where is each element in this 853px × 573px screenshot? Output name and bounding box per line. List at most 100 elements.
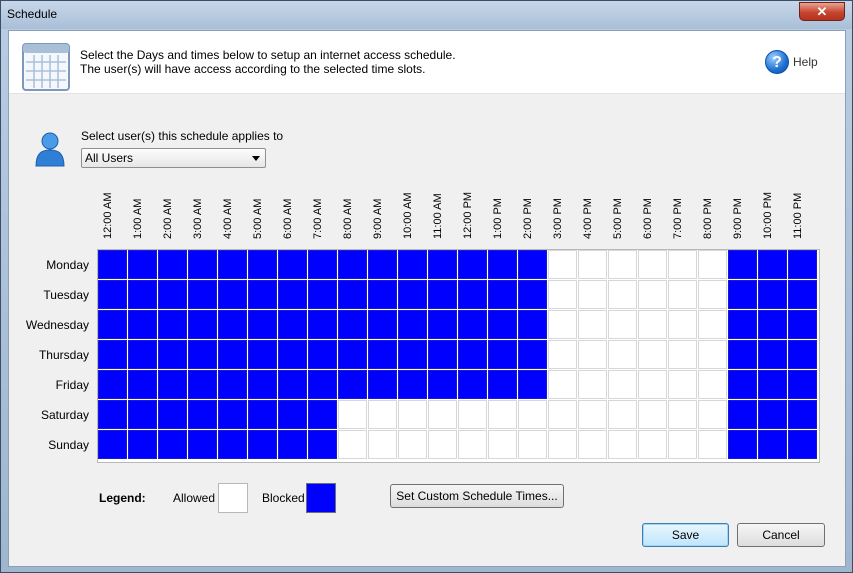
schedule-cell-blocked[interactable] — [728, 340, 757, 369]
schedule-cell-allowed[interactable] — [698, 340, 727, 369]
schedule-cell-blocked[interactable] — [788, 430, 817, 459]
schedule-cell-allowed[interactable] — [608, 280, 637, 309]
schedule-cell-allowed[interactable] — [578, 250, 607, 279]
schedule-cell-allowed[interactable] — [698, 430, 727, 459]
help-label[interactable]: Help — [793, 55, 818, 69]
schedule-cell-allowed[interactable] — [578, 430, 607, 459]
schedule-cell-blocked[interactable] — [758, 430, 787, 459]
schedule-cell-allowed[interactable] — [578, 280, 607, 309]
schedule-cell-blocked[interactable] — [758, 310, 787, 339]
schedule-cell-allowed[interactable] — [608, 250, 637, 279]
schedule-cell-blocked[interactable] — [248, 370, 277, 399]
schedule-cell-allowed[interactable] — [698, 250, 727, 279]
schedule-cell-blocked[interactable] — [188, 280, 217, 309]
schedule-cell-allowed[interactable] — [548, 280, 577, 309]
schedule-cell-blocked[interactable] — [428, 340, 457, 369]
schedule-cell-blocked[interactable] — [188, 400, 217, 429]
schedule-cell-blocked[interactable] — [398, 310, 427, 339]
close-button[interactable]: ✕ — [799, 2, 845, 21]
schedule-cell-blocked[interactable] — [488, 370, 517, 399]
schedule-cell-allowed[interactable] — [608, 310, 637, 339]
schedule-cell-blocked[interactable] — [788, 310, 817, 339]
schedule-cell-blocked[interactable] — [518, 310, 547, 339]
schedule-cell-blocked[interactable] — [98, 280, 127, 309]
schedule-cell-blocked[interactable] — [98, 340, 127, 369]
schedule-cell-blocked[interactable] — [458, 250, 487, 279]
schedule-cell-blocked[interactable] — [308, 310, 337, 339]
schedule-cell-blocked[interactable] — [308, 400, 337, 429]
schedule-cell-blocked[interactable] — [308, 430, 337, 459]
schedule-cell-allowed[interactable] — [368, 400, 397, 429]
schedule-cell-blocked[interactable] — [98, 310, 127, 339]
schedule-cell-blocked[interactable] — [98, 370, 127, 399]
schedule-cell-allowed[interactable] — [668, 250, 697, 279]
schedule-cell-blocked[interactable] — [398, 370, 427, 399]
schedule-cell-allowed[interactable] — [668, 340, 697, 369]
schedule-cell-blocked[interactable] — [428, 310, 457, 339]
schedule-cell-blocked[interactable] — [188, 250, 217, 279]
schedule-cell-blocked[interactable] — [428, 280, 457, 309]
schedule-cell-allowed[interactable] — [338, 400, 367, 429]
schedule-cell-blocked[interactable] — [398, 340, 427, 369]
schedule-cell-blocked[interactable] — [278, 430, 307, 459]
schedule-cell-allowed[interactable] — [458, 400, 487, 429]
schedule-cell-blocked[interactable] — [338, 310, 367, 339]
schedule-cell-blocked[interactable] — [128, 340, 157, 369]
schedule-cell-allowed[interactable] — [668, 430, 697, 459]
schedule-cell-blocked[interactable] — [128, 280, 157, 309]
schedule-cell-blocked[interactable] — [248, 430, 277, 459]
schedule-cell-blocked[interactable] — [338, 250, 367, 279]
schedule-cell-allowed[interactable] — [578, 340, 607, 369]
schedule-cell-blocked[interactable] — [458, 310, 487, 339]
schedule-cell-blocked[interactable] — [158, 250, 187, 279]
schedule-cell-blocked[interactable] — [758, 400, 787, 429]
schedule-cell-blocked[interactable] — [488, 340, 517, 369]
schedule-cell-blocked[interactable] — [278, 340, 307, 369]
schedule-cell-blocked[interactable] — [188, 340, 217, 369]
schedule-cell-blocked[interactable] — [518, 280, 547, 309]
schedule-cell-blocked[interactable] — [308, 250, 337, 279]
schedule-cell-allowed[interactable] — [578, 370, 607, 399]
schedule-cell-allowed[interactable] — [668, 280, 697, 309]
schedule-cell-blocked[interactable] — [458, 370, 487, 399]
help-icon[interactable]: ? — [765, 50, 789, 74]
schedule-cell-blocked[interactable] — [128, 370, 157, 399]
schedule-cell-allowed[interactable] — [638, 400, 667, 429]
schedule-cell-blocked[interactable] — [518, 340, 547, 369]
schedule-cell-blocked[interactable] — [248, 280, 277, 309]
schedule-cell-blocked[interactable] — [428, 250, 457, 279]
schedule-cell-blocked[interactable] — [218, 310, 247, 339]
schedule-cell-allowed[interactable] — [578, 310, 607, 339]
schedule-cell-allowed[interactable] — [698, 280, 727, 309]
schedule-cell-blocked[interactable] — [488, 310, 517, 339]
schedule-cell-allowed[interactable] — [638, 280, 667, 309]
schedule-cell-blocked[interactable] — [248, 250, 277, 279]
schedule-cell-blocked[interactable] — [338, 340, 367, 369]
schedule-cell-blocked[interactable] — [368, 340, 397, 369]
schedule-cell-allowed[interactable] — [458, 430, 487, 459]
schedule-cell-blocked[interactable] — [278, 370, 307, 399]
schedule-cell-blocked[interactable] — [308, 280, 337, 309]
schedule-cell-allowed[interactable] — [548, 250, 577, 279]
schedule-cell-blocked[interactable] — [758, 250, 787, 279]
schedule-cell-allowed[interactable] — [398, 400, 427, 429]
schedule-cell-blocked[interactable] — [368, 280, 397, 309]
schedule-cell-blocked[interactable] — [218, 280, 247, 309]
schedule-cell-blocked[interactable] — [788, 400, 817, 429]
schedule-cell-allowed[interactable] — [548, 430, 577, 459]
schedule-cell-blocked[interactable] — [278, 280, 307, 309]
schedule-cell-allowed[interactable] — [698, 370, 727, 399]
schedule-cell-allowed[interactable] — [488, 400, 517, 429]
schedule-cell-blocked[interactable] — [278, 310, 307, 339]
schedule-cell-blocked[interactable] — [188, 370, 217, 399]
schedule-cell-blocked[interactable] — [308, 370, 337, 399]
schedule-cell-allowed[interactable] — [638, 340, 667, 369]
schedule-cell-blocked[interactable] — [218, 430, 247, 459]
cancel-button[interactable]: Cancel — [737, 523, 825, 547]
schedule-cell-blocked[interactable] — [458, 280, 487, 309]
schedule-cell-allowed[interactable] — [428, 400, 457, 429]
schedule-cell-blocked[interactable] — [398, 280, 427, 309]
schedule-cell-allowed[interactable] — [638, 250, 667, 279]
schedule-cell-blocked[interactable] — [788, 370, 817, 399]
schedule-cell-allowed[interactable] — [548, 400, 577, 429]
